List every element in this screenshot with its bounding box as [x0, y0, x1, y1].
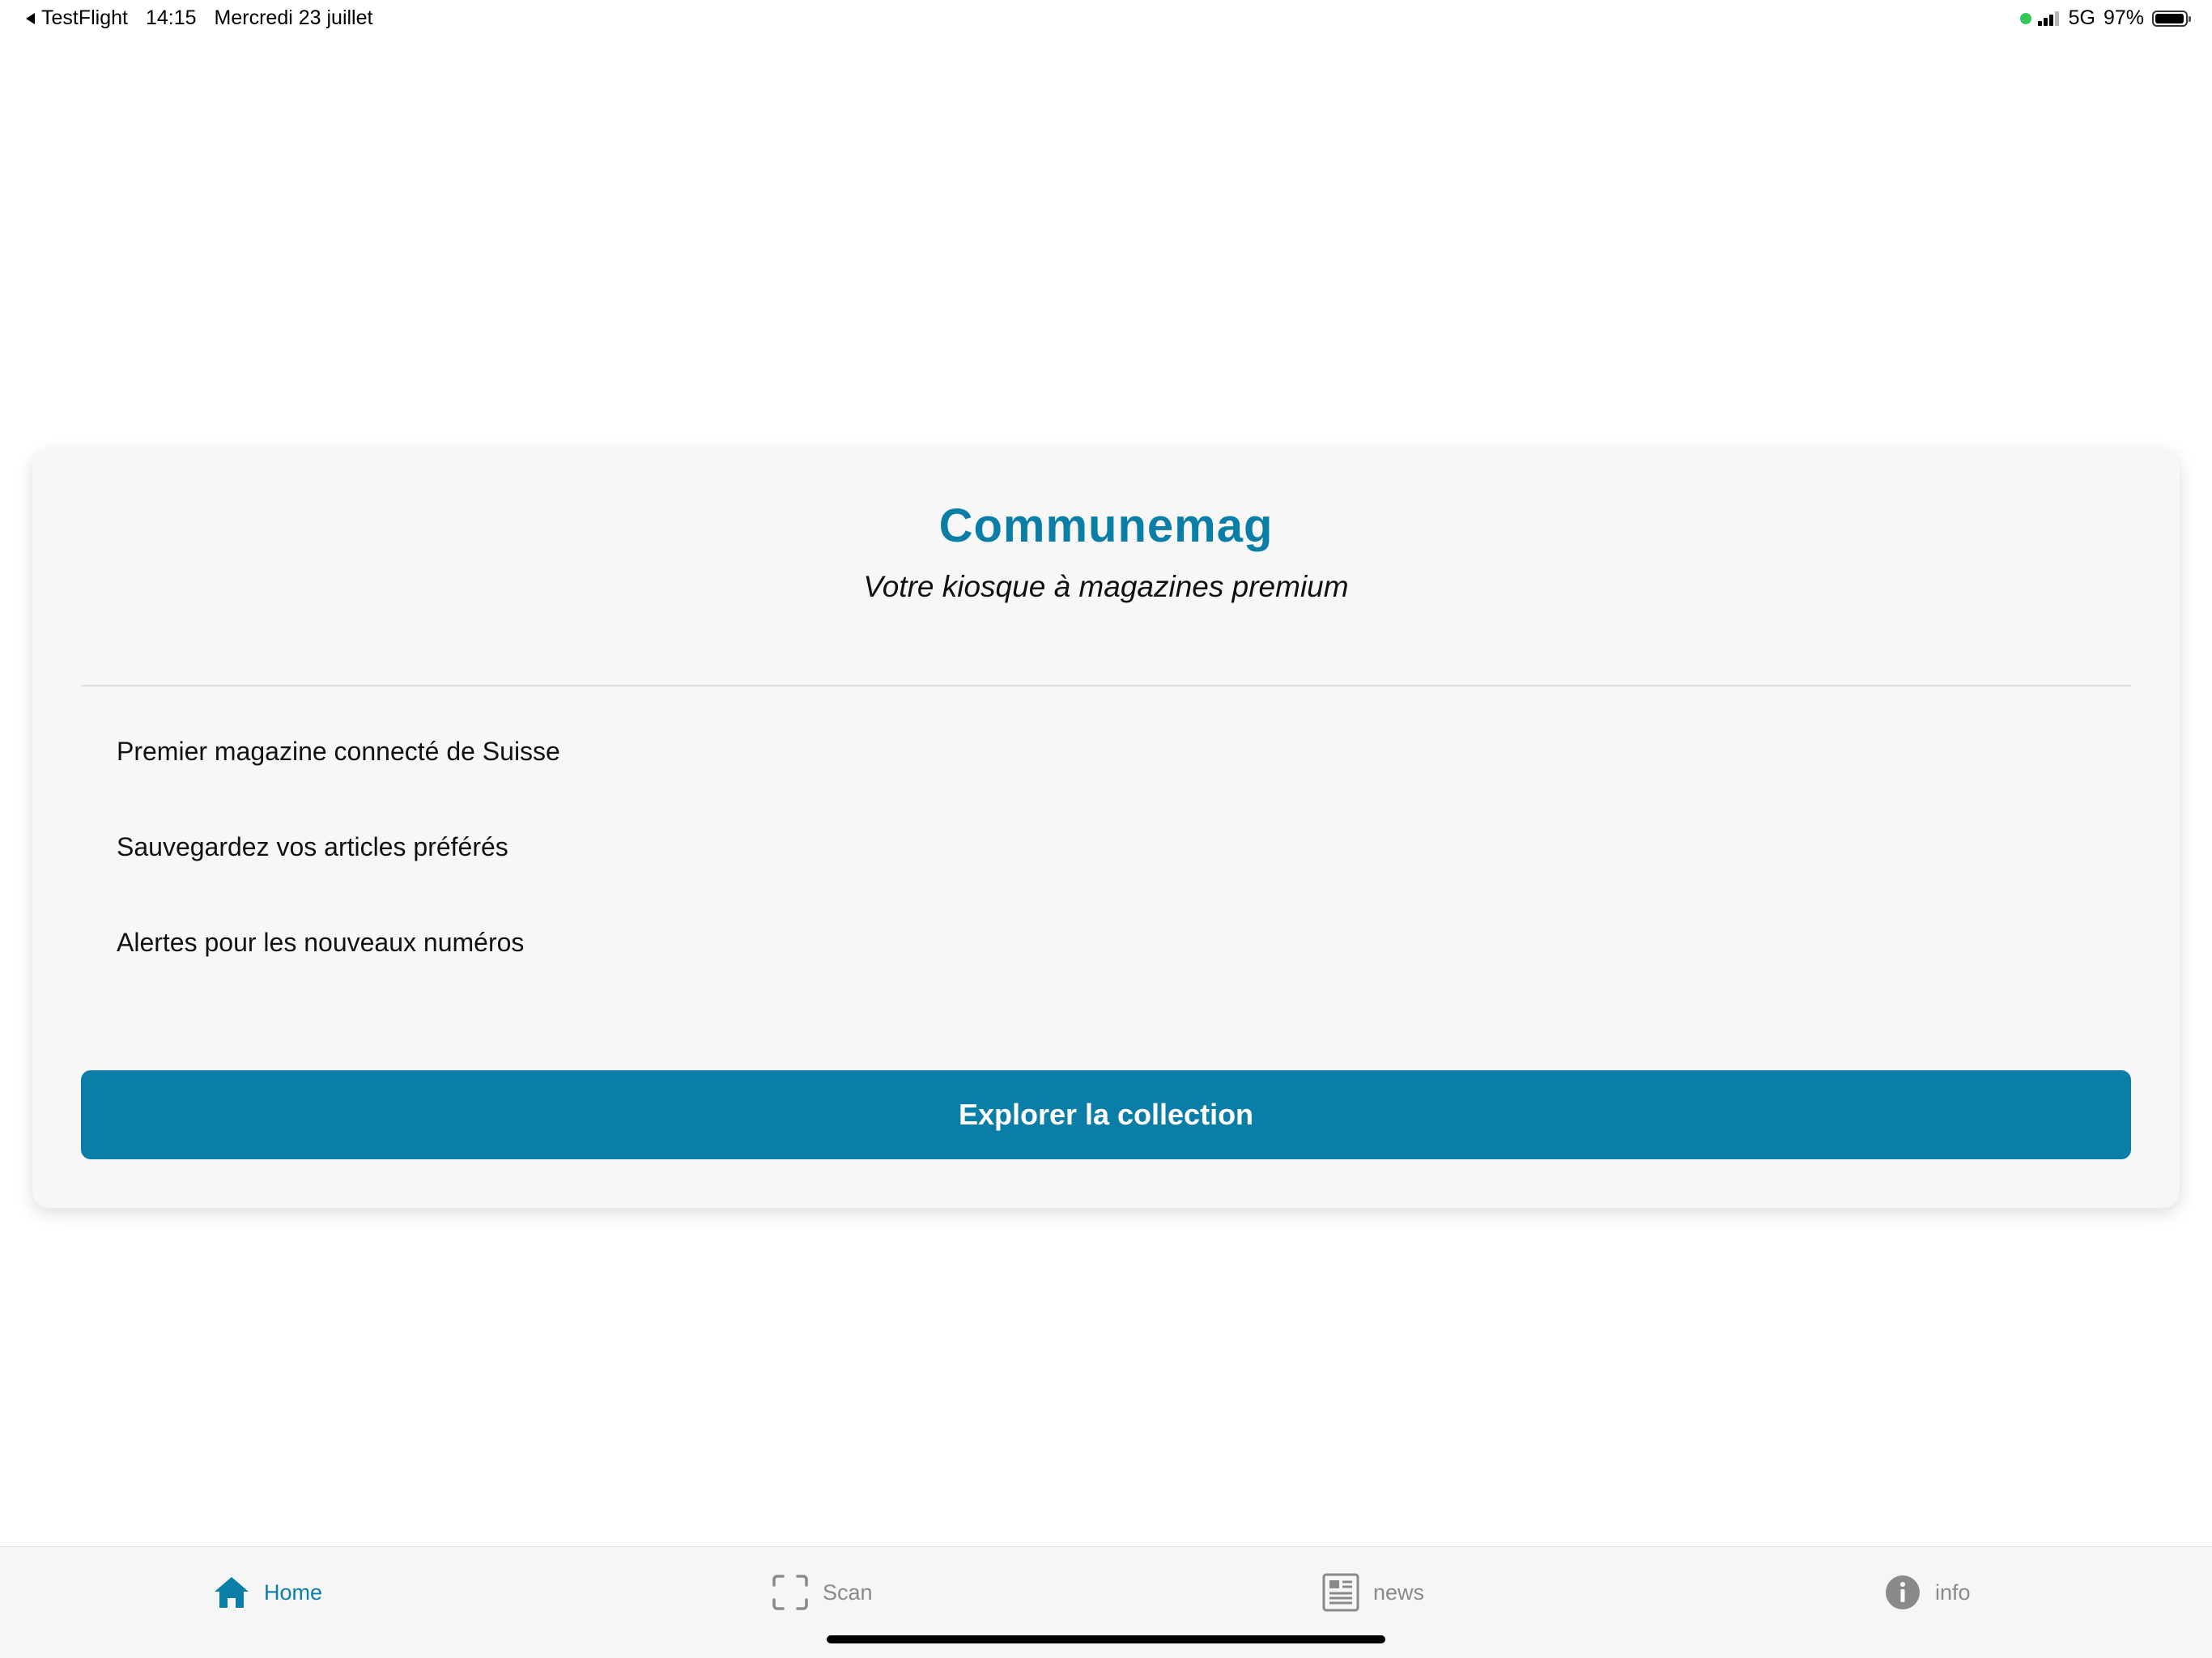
tab-label: news [1373, 1579, 1425, 1605]
status-left: TestFlight 14:15 Mercredi 23 juillet [26, 6, 372, 30]
status-bar: TestFlight 14:15 Mercredi 23 juillet 5G … [0, 0, 2212, 39]
home-indicator[interactable] [827, 1635, 1385, 1643]
feature-item: Sauvegardez vos articles préférés [117, 832, 508, 861]
battery-percentage: 97% [2103, 6, 2144, 29]
cellular-signal-icon [2037, 11, 2061, 26]
app-subtitle: Votre kiosque à magazines premium [863, 570, 1349, 603]
privacy-indicator-icon [2019, 12, 2031, 24]
newspaper-icon [1321, 1573, 1360, 1612]
scan-icon [771, 1573, 810, 1612]
status-date: Mercredi 23 juillet [214, 6, 373, 29]
status-right: 5G 97% [2019, 6, 2191, 30]
tab-label: Scan [823, 1579, 873, 1605]
app-screen: TestFlight 14:15 Mercredi 23 juillet 5G … [0, 0, 2212, 1658]
tab-home[interactable]: Home [212, 1568, 322, 1617]
explore-collection-button[interactable]: Explorer la collection [81, 1070, 2131, 1159]
network-type: 5G [2068, 6, 2095, 29]
home-icon [212, 1573, 251, 1612]
back-app-link[interactable]: TestFlight [41, 6, 128, 30]
app-title: Communemag [938, 500, 1274, 552]
battery-icon [2152, 10, 2191, 27]
status-time: 14:15 [145, 6, 197, 29]
back-arrow-icon[interactable] [26, 12, 35, 24]
divider [81, 685, 2131, 687]
info-icon [1883, 1573, 1922, 1612]
welcome-card: Communemag Votre kiosque à magazines pre… [32, 450, 2180, 1208]
feature-item: Alertes pour les nouveaux numéros [117, 928, 525, 957]
tab-label: Home [264, 1579, 323, 1605]
tab-label: info [1935, 1579, 1971, 1605]
tab-scan[interactable]: Scan [771, 1568, 873, 1617]
feature-item: Premier magazine connecté de Suisse [117, 737, 560, 766]
feature-list: Premier magazine connecté de Suisse Sauv… [117, 735, 560, 1022]
tab-news[interactable]: news [1321, 1568, 1424, 1617]
tab-info[interactable]: info [1883, 1568, 1971, 1617]
